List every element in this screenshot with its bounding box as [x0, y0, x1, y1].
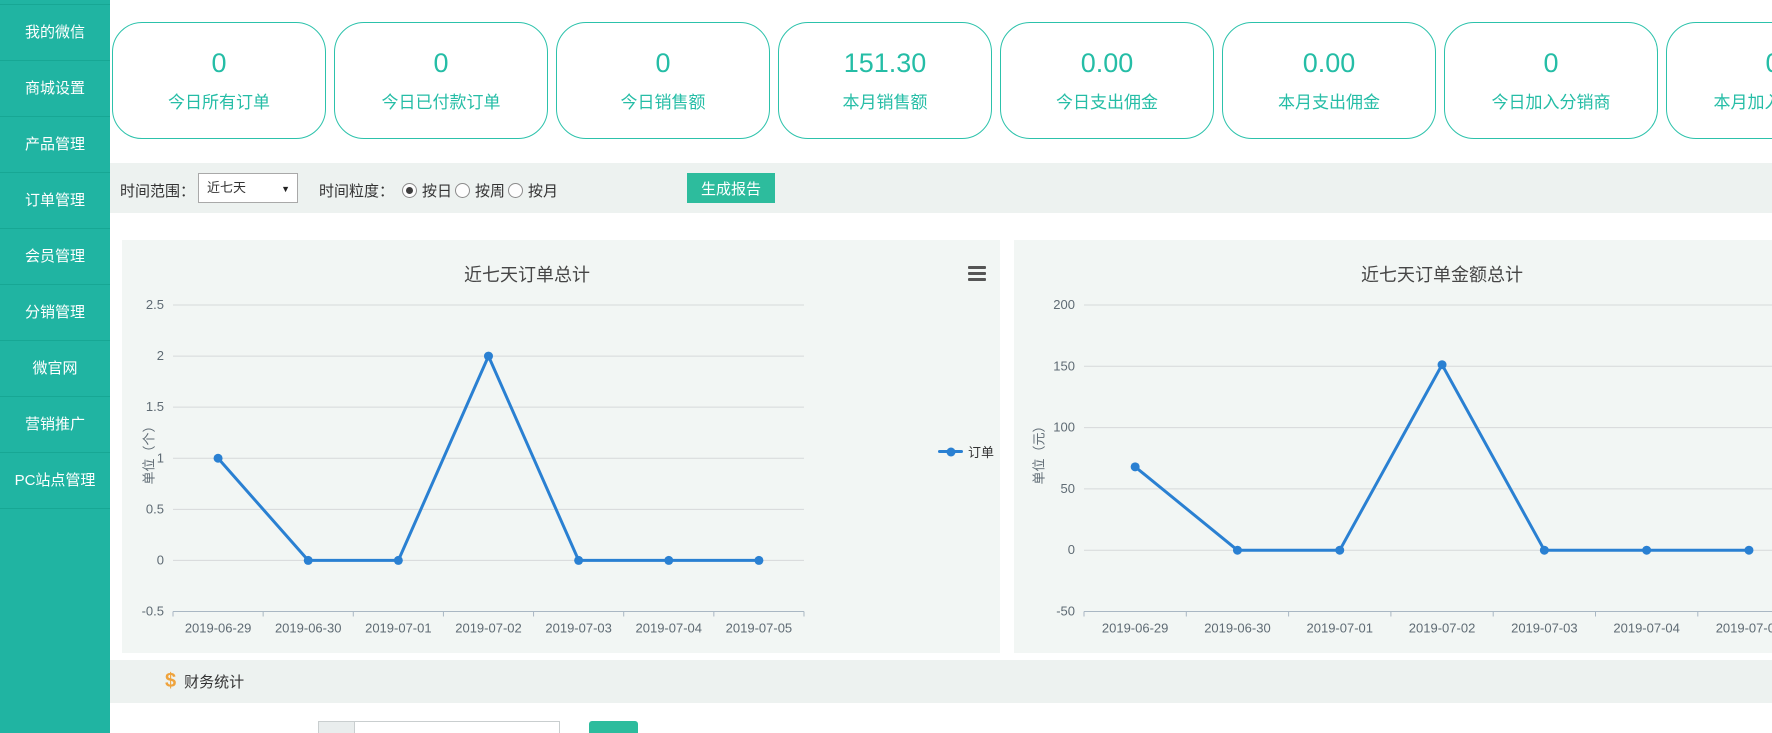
- svg-text:2019-06-30: 2019-06-30: [275, 621, 342, 636]
- stat-card-label: 今日加入分销商: [1492, 88, 1611, 113]
- dollar-icon: $: [165, 670, 176, 693]
- svg-text:2019-07-04: 2019-07-04: [636, 621, 703, 636]
- svg-text:0: 0: [157, 552, 164, 567]
- stat-cards-row: 0 今日所有订单 0 今日已付款订单 0 今日销售额 151.30 本月销售额 0.00 今日支出…: [112, 22, 1772, 139]
- y-axis-name: 单位（个）: [139, 419, 158, 484]
- orders-line-chart[interactable]: 2.5 2 1.5 1 0.5 0 -0.5 2019-06-29 2019-06-30 2019…: [122, 240, 1000, 653]
- radio-option-0[interactable]: 按日: [402, 180, 452, 201]
- amount-line-chart[interactable]: 200 150 100 50 0 -50 2019-06-29 2019-06-30 2019-…: [1014, 240, 1772, 653]
- stat-card-value: 0: [433, 48, 448, 79]
- stat-card: 0.00 本月支出佣金: [1222, 22, 1436, 139]
- svg-text:0: 0: [1068, 542, 1075, 557]
- radio-label: 按周: [475, 180, 505, 201]
- svg-text:200: 200: [1053, 297, 1075, 312]
- svg-text:-0.5: -0.5: [142, 604, 164, 619]
- finance-input[interactable]: [354, 721, 560, 733]
- svg-text:-50: -50: [1056, 604, 1075, 619]
- stat-card: 0 本月加入分销商: [1666, 22, 1772, 139]
- legend-label: 订单: [968, 442, 994, 461]
- stat-card: 0 今日已付款订单: [334, 22, 548, 139]
- chart-title: 近七天订单金额总计: [1361, 261, 1523, 287]
- stat-card-label: 今日所有订单: [168, 88, 270, 113]
- time-range-value: 近七天: [207, 180, 246, 195]
- stat-card-value: 0.00: [1303, 48, 1356, 79]
- svg-text:50: 50: [1061, 481, 1075, 496]
- hamburger-icon[interactable]: [968, 266, 986, 281]
- chart-legend[interactable]: 订单: [938, 442, 994, 461]
- radio-icon[interactable]: [455, 183, 470, 198]
- radio-option-1[interactable]: 按周: [455, 180, 505, 201]
- svg-text:2.5: 2.5: [146, 297, 164, 312]
- generate-report-button[interactable]: 生成报告: [687, 173, 775, 203]
- svg-text:2019-06-29: 2019-06-29: [1102, 621, 1169, 636]
- dashboard: 我的微信商城设置产品管理订单管理会员管理分销管理微官网营销推广PC站点管理 0 今…: [0, 0, 1772, 733]
- finance-submit-button[interactable]: [589, 721, 638, 733]
- time-range-label: 时间范围：: [120, 180, 195, 201]
- svg-text:2019-07-04: 2019-07-04: [1613, 621, 1680, 636]
- y-axis-name: 单位（元）: [1029, 419, 1048, 484]
- svg-text:2019-06-30: 2019-06-30: [1204, 621, 1271, 636]
- stat-card-label: 本月支出佣金: [1278, 88, 1380, 113]
- time-range-select[interactable]: 近七天 ▼: [198, 173, 298, 203]
- chart-panel-orders: 2.5 2 1.5 1 0.5 0 -0.5 2019-06-29 2019-06-30 2019…: [122, 240, 1000, 653]
- svg-text:2019-07-02: 2019-07-02: [455, 621, 522, 636]
- svg-text:0.5: 0.5: [146, 501, 164, 516]
- svg-text:2019-07-01: 2019-07-01: [365, 621, 432, 636]
- sidebar-item-3[interactable]: 订单管理: [0, 173, 110, 229]
- stat-card: 0 今日加入分销商: [1444, 22, 1658, 139]
- svg-text:2019-06-29: 2019-06-29: [185, 621, 252, 636]
- svg-text:2019-07-05: 2019-07-05: [726, 621, 793, 636]
- svg-text:1: 1: [157, 450, 164, 465]
- svg-text:100: 100: [1053, 420, 1075, 435]
- sidebar-item-8[interactable]: PC站点管理: [0, 453, 110, 509]
- sidebar-item-2[interactable]: 产品管理: [0, 117, 110, 173]
- finance-bar: $ 财务统计: [110, 660, 1772, 703]
- radio-option-2[interactable]: 按月: [508, 180, 558, 201]
- sidebar: 我的微信商城设置产品管理订单管理会员管理分销管理微官网营销推广PC站点管理: [0, 0, 110, 733]
- radio-icon[interactable]: [402, 183, 417, 198]
- stat-card: 0 今日销售额: [556, 22, 770, 139]
- svg-text:1.5: 1.5: [146, 399, 164, 414]
- finance-title: 财务统计: [184, 671, 244, 692]
- sidebar-item-1[interactable]: 商城设置: [0, 61, 110, 117]
- svg-text:2019-07-01: 2019-07-01: [1307, 621, 1374, 636]
- svg-text:2019-07-02: 2019-07-02: [1409, 621, 1476, 636]
- stat-card: 0.00 今日支出佣金: [1000, 22, 1214, 139]
- stat-card: 0 今日所有订单: [112, 22, 326, 139]
- chart-panel-amount: 200 150 100 50 0 -50 2019-06-29 2019-06-30 2019-…: [1014, 240, 1772, 653]
- sidebar-item-0[interactable]: 我的微信: [0, 5, 110, 61]
- stat-card-label: 本月加入分销商: [1714, 88, 1772, 113]
- stat-card-label: 今日已付款订单: [382, 88, 501, 113]
- radio-label: 按日: [422, 180, 452, 201]
- stat-card-value: 0: [1765, 48, 1772, 79]
- stat-card-value: 0.00: [1081, 48, 1134, 79]
- stat-card: 151.30 本月销售额: [778, 22, 992, 139]
- stat-card-value: 0: [211, 48, 226, 79]
- sidebar-item-6[interactable]: 微官网: [0, 341, 110, 397]
- stat-card-value: 0: [655, 48, 670, 79]
- svg-text:2: 2: [157, 348, 164, 363]
- input-addon: [318, 721, 355, 733]
- legend-marker-icon: [938, 450, 963, 453]
- radio-icon[interactable]: [508, 183, 523, 198]
- sidebar-menu: 我的微信商城设置产品管理订单管理会员管理分销管理微官网营销推广PC站点管理: [0, 4, 110, 509]
- sidebar-item-5[interactable]: 分销管理: [0, 285, 110, 341]
- svg-text:150: 150: [1053, 358, 1075, 373]
- stat-card-value: 0: [1543, 48, 1558, 79]
- stat-card-label: 本月销售额: [843, 88, 928, 113]
- svg-text:2019-07-03: 2019-07-03: [545, 621, 612, 636]
- stat-card-label: 今日销售额: [621, 88, 706, 113]
- radio-label: 按月: [528, 180, 558, 201]
- granularity-label: 时间粒度：: [319, 180, 394, 201]
- stat-card-value: 151.30: [844, 48, 927, 79]
- chart-title: 近七天订单总计: [464, 261, 590, 287]
- filter-bar: 时间范围： 近七天 ▼ 时间粒度： 生成报告 按日 按周 按月: [110, 163, 1772, 213]
- chevron-down-icon: ▼: [281, 175, 290, 203]
- sidebar-item-4[interactable]: 会员管理: [0, 229, 110, 285]
- svg-text:2019-07-05: 2019-07-05: [1716, 621, 1772, 636]
- svg-text:2019-07-03: 2019-07-03: [1511, 621, 1578, 636]
- sidebar-item-7[interactable]: 营销推广: [0, 397, 110, 453]
- stat-card-label: 今日支出佣金: [1056, 88, 1158, 113]
